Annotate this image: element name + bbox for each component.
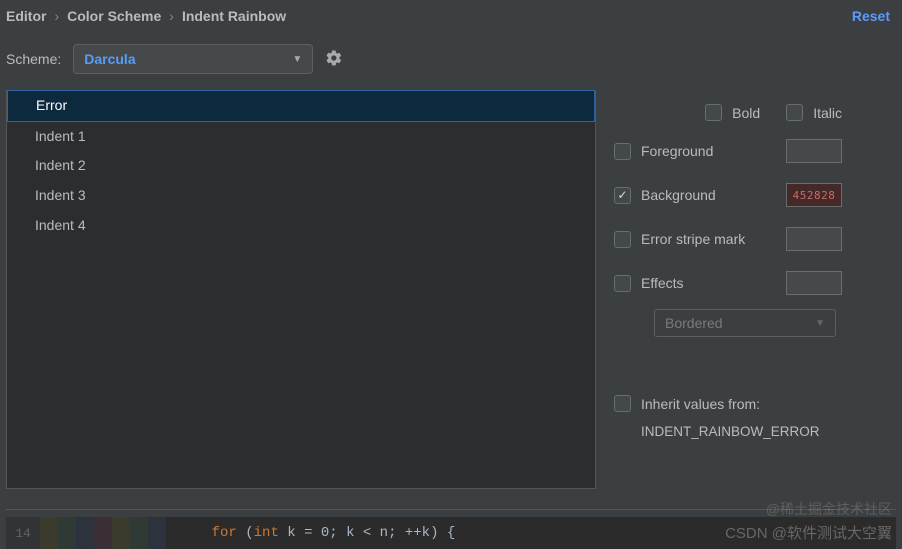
code-line: for (int k = 0; k < n; ++k) { bbox=[166, 517, 455, 549]
chevron-down-icon: ▼ bbox=[292, 54, 302, 65]
foreground-checkbox[interactable] bbox=[614, 143, 631, 160]
bold-checkbox[interactable] bbox=[705, 104, 722, 121]
effects-swatch[interactable] bbox=[786, 271, 842, 295]
list-item[interactable]: Indent 4 bbox=[7, 211, 595, 241]
error-stripe-checkbox[interactable] bbox=[614, 231, 631, 248]
crumb-editor[interactable]: Editor bbox=[6, 8, 46, 24]
crumb-color-scheme[interactable]: Color Scheme bbox=[67, 8, 161, 24]
effects-label: Effects bbox=[641, 275, 684, 291]
inherit-checkbox[interactable] bbox=[614, 395, 631, 412]
list-item[interactable]: Indent 1 bbox=[7, 122, 595, 152]
effects-checkbox[interactable] bbox=[614, 275, 631, 292]
scheme-label: Scheme: bbox=[6, 51, 61, 67]
effects-type-dropdown[interactable]: Bordered ▼ bbox=[654, 309, 836, 337]
crumb-indent-rainbow: Indent Rainbow bbox=[182, 8, 286, 24]
gear-icon[interactable] bbox=[325, 49, 343, 70]
header: Editor › Color Scheme › Indent Rainbow R… bbox=[0, 0, 902, 32]
chevron-down-icon: ▼ bbox=[815, 318, 825, 329]
chevron-right-icon: › bbox=[54, 8, 59, 24]
line-number: 14 bbox=[6, 517, 40, 549]
inherit-label: Inherit values from: bbox=[641, 396, 760, 412]
breadcrumb: Editor › Color Scheme › Indent Rainbow bbox=[6, 8, 286, 24]
keyword: for bbox=[212, 525, 237, 541]
code-text: ( bbox=[237, 525, 254, 541]
background-swatch[interactable]: 452828 bbox=[786, 183, 842, 207]
code-text: k = 0; k < n; ++k) { bbox=[279, 525, 455, 541]
background-label: Background bbox=[641, 187, 716, 203]
error-stripe-swatch[interactable] bbox=[786, 227, 842, 251]
list-item[interactable]: Indent 2 bbox=[7, 151, 595, 181]
scheme-value: Darcula bbox=[84, 51, 135, 67]
reset-button[interactable]: Reset bbox=[852, 8, 890, 24]
attribute-list[interactable]: Error Indent 1 Indent 2 Indent 3 Indent … bbox=[6, 90, 596, 489]
indent-stripes bbox=[40, 517, 166, 549]
list-item[interactable]: Error bbox=[7, 90, 595, 122]
inherit-source[interactable]: INDENT_RAINBOW_ERROR bbox=[614, 424, 888, 439]
watermark: @稀土掘金技术社区 bbox=[766, 499, 892, 519]
type: int bbox=[254, 525, 279, 541]
list-item[interactable]: Indent 3 bbox=[7, 181, 595, 211]
options-panel: Bold Italic Foreground Background 452828 bbox=[614, 90, 896, 489]
italic-label: Italic bbox=[813, 105, 842, 121]
watermark: CSDN @软件测试大空翼 bbox=[725, 522, 892, 543]
bold-label: Bold bbox=[732, 105, 760, 121]
error-stripe-label: Error stripe mark bbox=[641, 231, 745, 247]
divider bbox=[6, 509, 896, 510]
background-checkbox[interactable] bbox=[614, 187, 631, 204]
chevron-right-icon: › bbox=[169, 8, 174, 24]
scheme-row: Scheme: Darcula ▼ bbox=[0, 32, 902, 90]
main: Error Indent 1 Indent 2 Indent 3 Indent … bbox=[0, 90, 902, 489]
foreground-swatch[interactable] bbox=[786, 139, 842, 163]
foreground-label: Foreground bbox=[641, 143, 713, 159]
scheme-dropdown[interactable]: Darcula ▼ bbox=[73, 44, 313, 74]
italic-checkbox[interactable] bbox=[786, 104, 803, 121]
effects-type-value: Bordered bbox=[665, 315, 723, 331]
